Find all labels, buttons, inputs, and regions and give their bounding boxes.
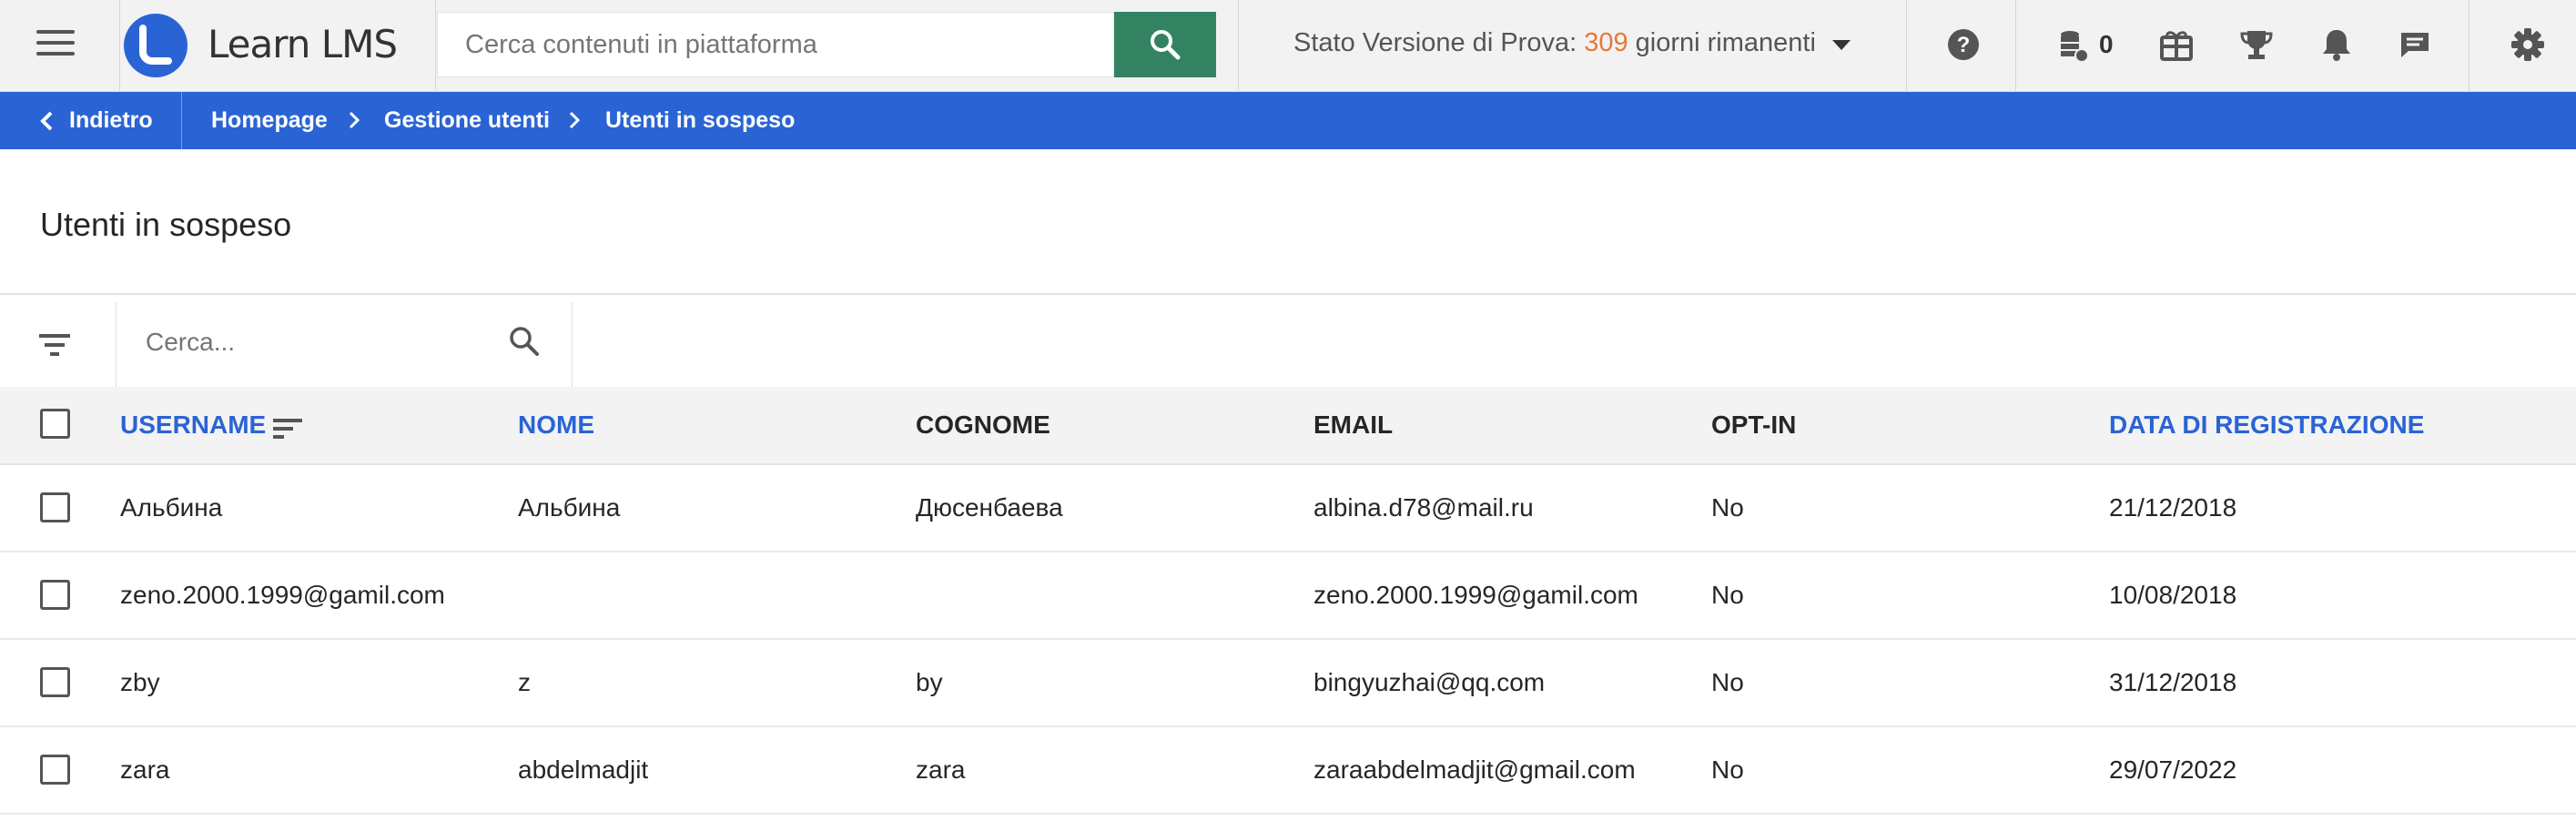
column-header-optin: OPT-IN	[1711, 410, 1797, 439]
cell-registration-date: 21/12/2018	[2109, 493, 2237, 522]
global-search-input[interactable]	[438, 13, 1113, 76]
brand-logo[interactable]: Learn LMS	[119, 0, 436, 91]
cell-optin: No	[1711, 581, 1744, 609]
breadcrumb-homepage[interactable]: Homepage	[211, 107, 328, 134]
cell-optin: No	[1711, 668, 1744, 696]
cell-cognome: by	[916, 668, 943, 696]
row-checkbox[interactable]	[40, 492, 70, 522]
cell-email: albina.d78@mail.ru	[1313, 493, 1534, 522]
table-row[interactable]: zeno.2000.1999@gamil.com zeno.2000.1999@…	[0, 552, 2576, 640]
column-header-nome[interactable]: NOME	[518, 410, 594, 440]
chevron-left-icon	[40, 111, 53, 131]
trial-status-text: Stato Versione di Prova: 309 giorni rima…	[1293, 28, 1816, 57]
sort-icon[interactable]	[271, 417, 304, 441]
cell-username: zara	[120, 755, 170, 784]
global-search	[437, 12, 1114, 77]
cell-cognome: Дюсенбаева	[916, 493, 1063, 522]
cell-cognome: zara	[916, 755, 966, 784]
row-checkbox[interactable]	[40, 580, 70, 610]
coins-icon[interactable]	[2057, 25, 2092, 66]
chevron-right-icon	[569, 111, 581, 129]
cell-username: Альбина	[120, 493, 223, 522]
cell-email: zeno.2000.1999@gamil.com	[1313, 581, 1638, 609]
cell-username: zeno.2000.1999@gamil.com	[120, 581, 445, 609]
brand-name: Learn LMS	[208, 22, 398, 66]
search-icon	[1151, 30, 1181, 60]
cell-username: zby	[120, 668, 160, 696]
breadcrumb-user-management[interactable]: Gestione utenti	[384, 107, 550, 134]
caret-down-icon	[1832, 40, 1851, 50]
cell-nome: Альбина	[518, 493, 621, 522]
cell-optin: No	[1711, 755, 1744, 784]
trial-days-count: 309	[1584, 28, 1628, 57]
chat-icon[interactable]	[2398, 25, 2432, 66]
menu-icon[interactable]	[36, 30, 75, 59]
gear-icon[interactable]	[2510, 25, 2546, 66]
table-row[interactable]: zara abdelmadjit zara zaraabdelmadjit@gm…	[0, 727, 2576, 815]
breadcrumb-current: Utenti in sospeso	[605, 107, 796, 133]
cell-optin: No	[1711, 493, 1744, 522]
back-button[interactable]: Indietro	[0, 92, 182, 149]
table-row[interactable]: zby z by bingyuzhai@qq.com No 31/12/2018	[0, 640, 2576, 727]
chevron-right-icon	[349, 111, 360, 129]
cell-nome: z	[518, 668, 531, 696]
top-bar: Learn LMS Stato Versione di Prova: 309 g…	[0, 0, 2576, 92]
cell-registration-date: 29/07/2022	[2109, 755, 2237, 784]
table-search-input[interactable]	[117, 302, 499, 382]
cell-email: bingyuzhai@qq.com	[1313, 668, 1546, 696]
search-icon[interactable]	[508, 325, 541, 358]
column-header-cognome: COGNOME	[916, 410, 1050, 439]
logo-icon	[124, 14, 188, 77]
search-button[interactable]	[1114, 12, 1216, 77]
breadcrumb: Indietro Homepage Gestione utenti Utenti…	[0, 92, 2576, 149]
gift-icon[interactable]	[2159, 25, 2194, 66]
row-checkbox[interactable]	[40, 755, 70, 785]
table-header: USERNAME NOME COGNOME EMAIL OPT-IN DATA …	[0, 387, 2576, 465]
svg-text:?: ?	[1957, 33, 1971, 57]
trial-status-dropdown[interactable]: Stato Versione di Prova: 309 giorni rima…	[1238, 0, 1907, 91]
column-header-registration-date[interactable]: DATA DI REGISTRAZIONE	[2109, 410, 2424, 440]
trophy-icon[interactable]	[2239, 25, 2274, 66]
table-row[interactable]: Альбина Альбина Дюсенбаева albina.d78@ma…	[0, 465, 2576, 552]
table-search	[117, 302, 572, 382]
cell-nome: abdelmadjit	[518, 755, 649, 784]
back-label: Indietro	[69, 107, 153, 133]
cell-registration-date: 10/08/2018	[2109, 581, 2237, 609]
filter-icon[interactable]	[36, 332, 73, 360]
select-all-checkbox[interactable]	[40, 409, 70, 439]
cell-email: zaraabdelmadjit@gmail.com	[1313, 755, 1636, 784]
column-header-username[interactable]: USERNAME	[120, 410, 266, 440]
page-title: Utenti in sospeso	[40, 206, 292, 243]
row-checkbox[interactable]	[40, 667, 70, 697]
cell-registration-date: 31/12/2018	[2109, 668, 2237, 696]
help-icon[interactable]: ?	[1946, 25, 1981, 66]
bell-icon[interactable]	[2319, 25, 2354, 66]
coins-count: 0	[2099, 30, 2114, 58]
column-header-email: EMAIL	[1313, 410, 1394, 439]
main-content: Utenti in sospeso USERNAME NOME COGNOME …	[0, 149, 2576, 821]
